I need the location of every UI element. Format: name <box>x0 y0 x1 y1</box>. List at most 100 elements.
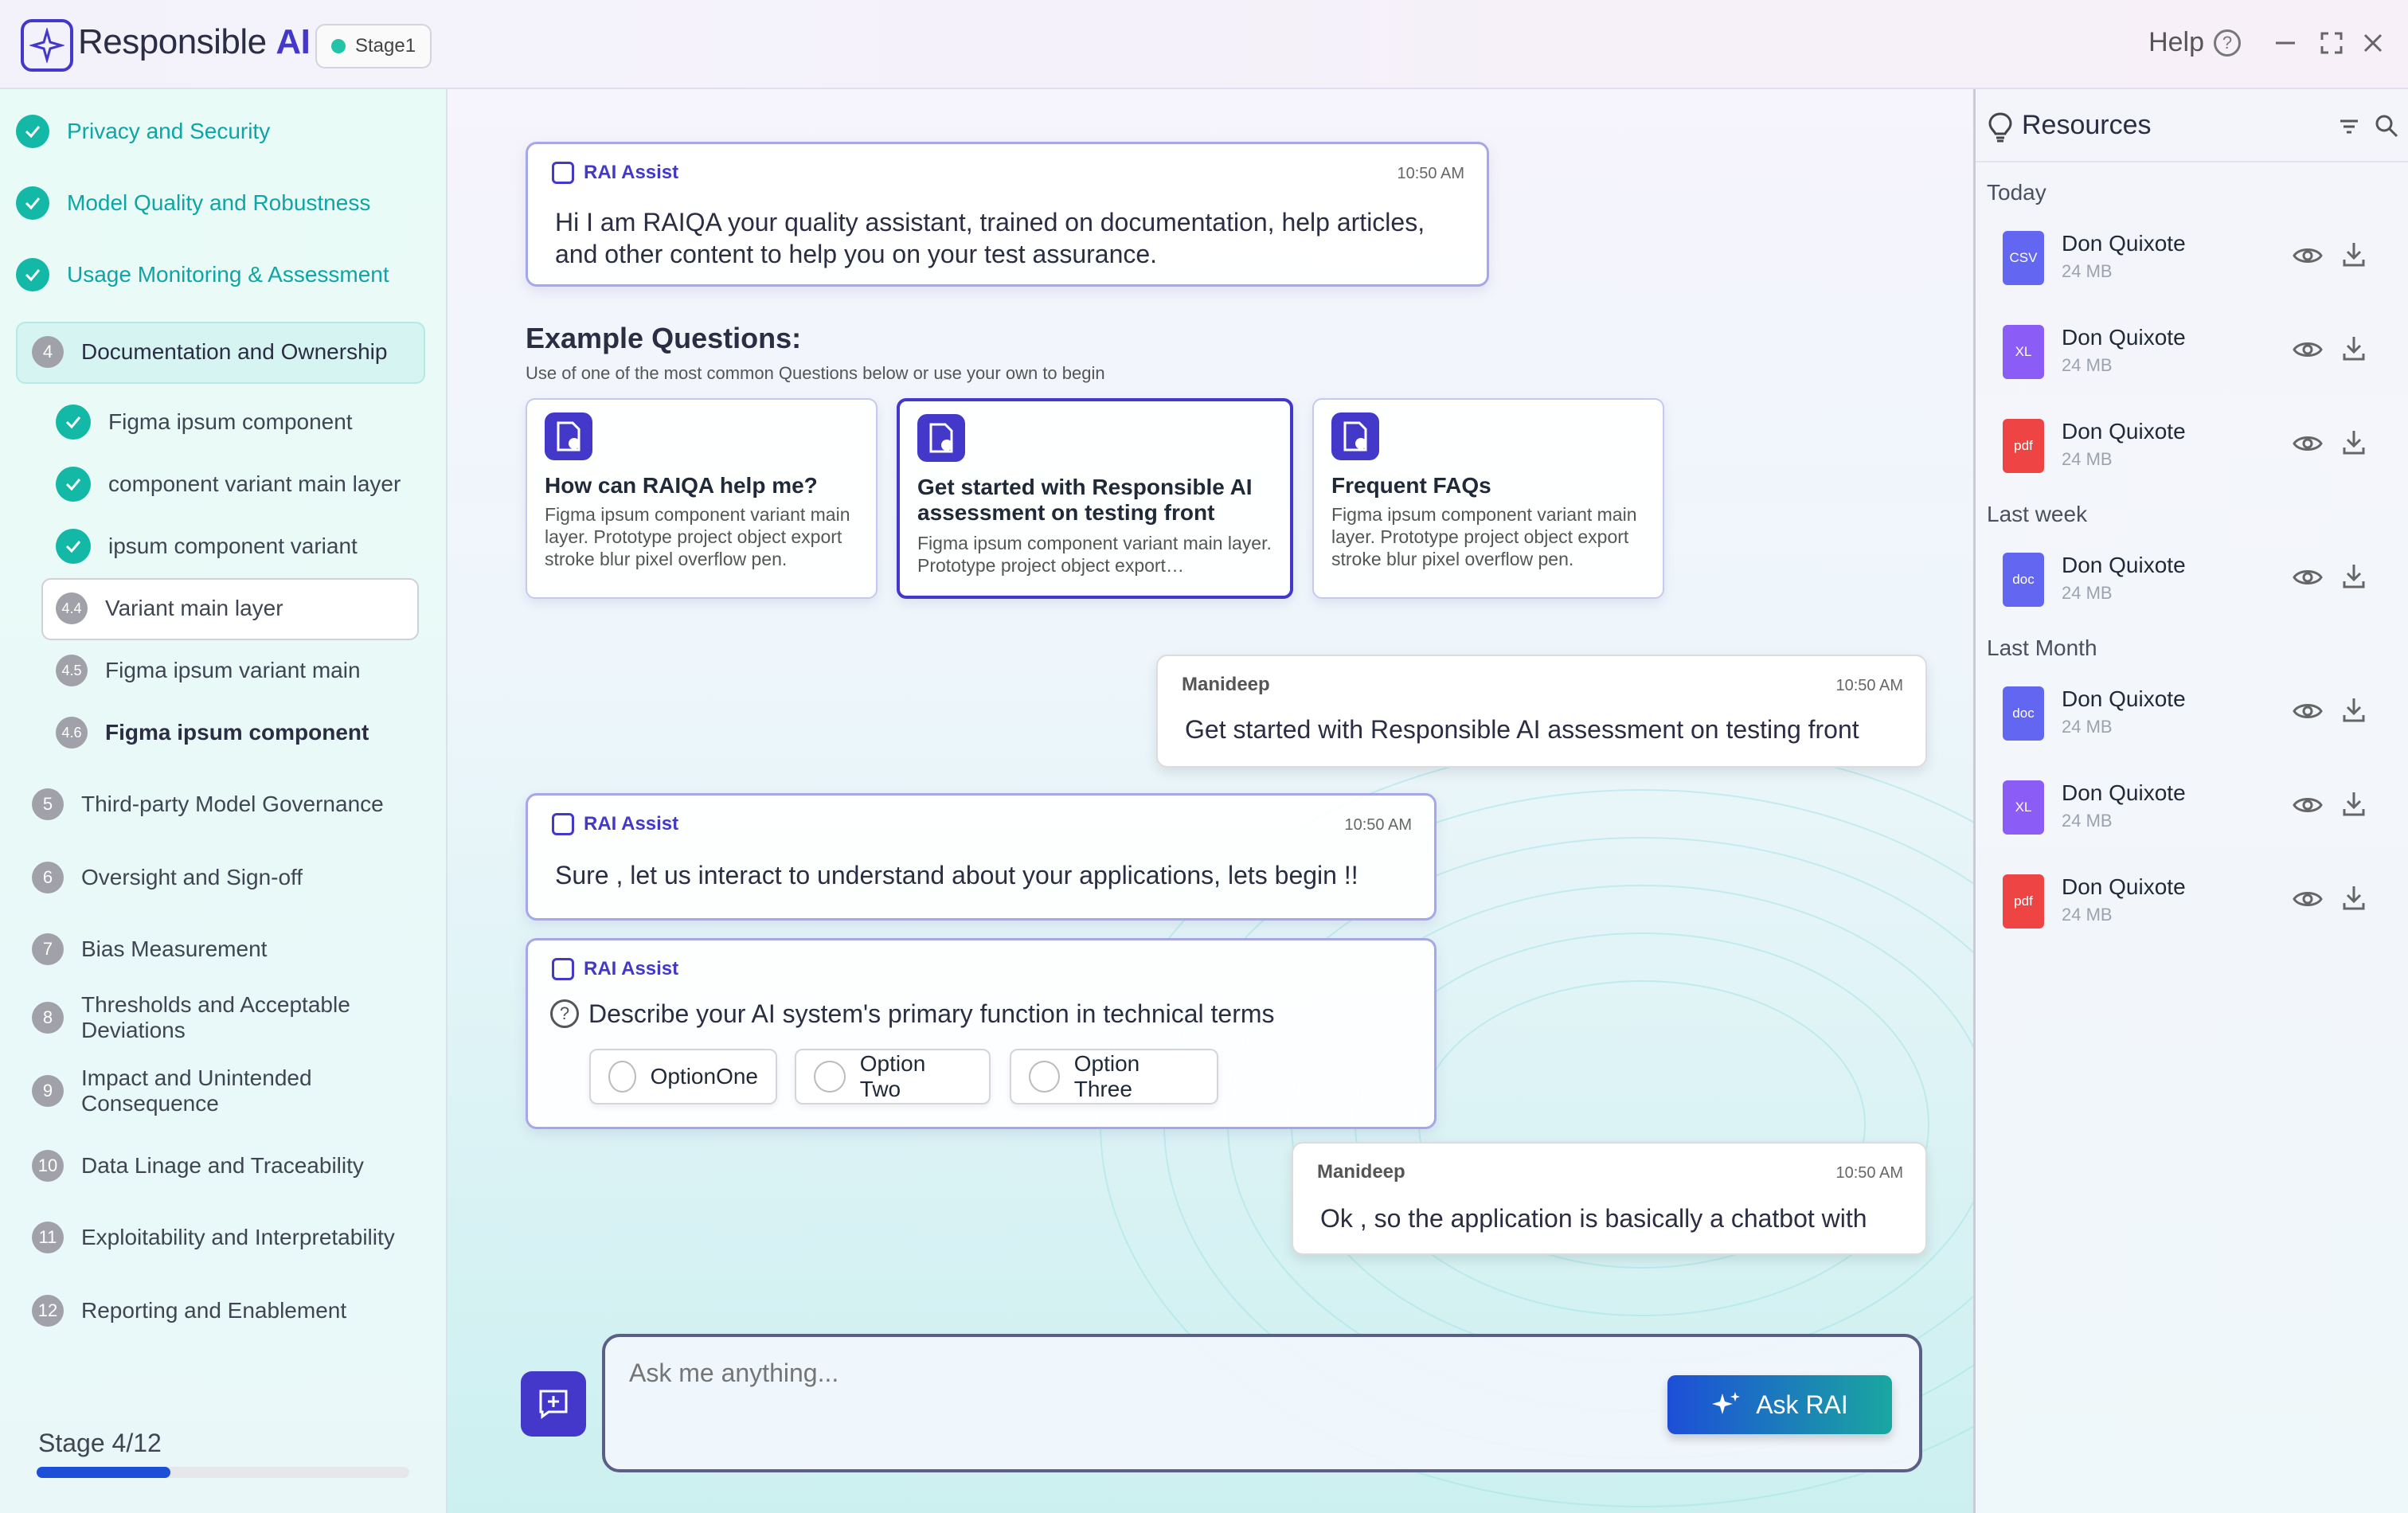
resource-file-item[interactable]: pdf Don Quixote 24 MB <box>2003 414 2401 483</box>
sidebar-item-third-party[interactable]: 5 Third-party Model Governance <box>32 788 441 820</box>
message-text: Get started with Responsible AI assessme… <box>1185 715 1859 744</box>
step-number: 4.5 <box>56 655 88 686</box>
sidebar-item-label: Reporting and Enablement <box>81 1298 347 1323</box>
subitem-label: Figma ipsum variant main <box>105 658 361 682</box>
question-description: Figma ipsum component variant main layer… <box>917 533 1272 576</box>
download-icon[interactable] <box>2342 790 2366 817</box>
file-size: 24 MB <box>2062 261 2113 281</box>
subitem-component-variant[interactable]: component variant main layer <box>56 467 401 502</box>
eye-icon[interactable] <box>2293 567 2323 588</box>
check-icon <box>16 115 49 148</box>
minimize-icon[interactable] <box>2271 29 2300 57</box>
download-icon[interactable] <box>2342 240 2366 268</box>
maximize-icon[interactable] <box>2317 29 2346 57</box>
sidebar-item-thresholds[interactable]: 8 Thresholds and Acceptable Deviations <box>32 992 382 1043</box>
stage-progress-bar <box>37 1467 409 1478</box>
eye-icon[interactable] <box>2293 339 2323 360</box>
sidebar-item-reporting[interactable]: 12 Reporting and Enablement <box>32 1295 441 1327</box>
subitem-label: Variant main layer <box>105 596 283 620</box>
subitem-figma-component[interactable]: 4.6 Figma ipsum component <box>56 717 369 749</box>
resource-file-item[interactable]: CSV Don Quixote 24 MB <box>2003 226 2401 295</box>
download-icon[interactable] <box>2342 884 2366 911</box>
radio-icon <box>814 1061 846 1093</box>
example-question-card[interactable]: How can RAIQA help me? Figma ipsum compo… <box>526 398 878 599</box>
subitem-ipsum-component[interactable]: ipsum component variant <box>56 529 358 564</box>
eye-icon[interactable] <box>2293 889 2323 909</box>
resource-file-item[interactable]: pdf Don Quixote 24 MB <box>2003 870 2401 938</box>
step-number: 6 <box>32 862 64 893</box>
message-plus-icon <box>539 1390 568 1419</box>
message-time: 10:50 AM <box>1835 1164 1903 1182</box>
bot-message-intro: RAI Assist 10:50 AM Hi I am RAIQA your q… <box>526 142 1489 287</box>
step-number: 9 <box>32 1075 64 1107</box>
message-sender: Manideep <box>1182 674 1270 695</box>
filter-icon[interactable] <box>2337 115 2361 139</box>
sidebar-item-data-linage[interactable]: 10 Data Linage and Traceability <box>32 1150 441 1182</box>
step-number: 4.4 <box>56 592 88 624</box>
option-one[interactable]: OptionOne <box>589 1049 777 1104</box>
resource-group-title: Last Month <box>1987 635 2097 660</box>
resource-file-item[interactable]: doc Don Quixote 24 MB <box>2003 682 2401 750</box>
sidebar-item-bias[interactable]: 7 Bias Measurement <box>32 933 441 965</box>
sidebar-item-label: Third-party Model Governance <box>81 792 384 816</box>
excel-file-icon: XL <box>2003 325 2044 379</box>
file-size: 24 MB <box>2062 583 2113 603</box>
subitem-label: Figma ipsum component <box>108 409 353 434</box>
eye-icon[interactable] <box>2293 245 2323 266</box>
sidebar-item-model-quality[interactable]: Model Quality and Robustness <box>16 186 425 220</box>
resource-file-item[interactable]: XL Don Quixote 24 MB <box>2003 776 2401 844</box>
eye-icon[interactable] <box>2293 701 2323 721</box>
subitem-figma-variant-main[interactable]: 4.5 Figma ipsum variant main <box>56 655 361 686</box>
resources-title: Resources <box>2022 110 2152 140</box>
subitem-variant-main-layer[interactable]: 4.4 Variant main layer <box>56 592 283 624</box>
sidebar-item-impact[interactable]: 9 Impact and Unintended Consequence <box>32 1065 382 1116</box>
status-dot-icon <box>331 39 346 53</box>
step-number: 10 <box>32 1150 64 1182</box>
document-help-icon <box>545 412 592 460</box>
download-icon[interactable] <box>2342 428 2366 455</box>
download-icon[interactable] <box>2342 696 2366 723</box>
download-icon[interactable] <box>2342 334 2366 362</box>
ask-rai-button[interactable]: Ask RAI <box>1667 1375 1892 1434</box>
bot-message: RAI Assist 10:50 AM Sure , let us intera… <box>526 793 1437 921</box>
help-button[interactable]: Help ? <box>2148 27 2241 58</box>
close-icon[interactable] <box>2359 29 2387 57</box>
sidebar-item-label: Usage Monitoring & Assessment <box>67 262 389 287</box>
option-two[interactable]: Option Two <box>795 1049 991 1104</box>
download-icon[interactable] <box>2342 562 2366 589</box>
new-chat-button[interactable] <box>521 1371 586 1437</box>
subitem-figma-ipsum[interactable]: Figma ipsum component <box>56 405 353 440</box>
sidebar-item-privacy[interactable]: Privacy and Security <box>16 115 425 148</box>
eye-icon[interactable] <box>2293 433 2323 454</box>
chat-area: RAI Assist 10:50 AM Hi I am RAIQA your q… <box>448 89 1973 1513</box>
option-three[interactable]: Option Three <box>1010 1049 1218 1104</box>
step-number: 8 <box>32 1002 64 1034</box>
resource-group-title: Last week <box>1987 502 2088 526</box>
resource-file-item[interactable]: XL Don Quixote 24 MB <box>2003 320 2401 389</box>
resource-file-item[interactable]: doc Don Quixote 24 MB <box>2003 548 2401 616</box>
file-name: Don Quixote <box>2062 231 2186 256</box>
eye-icon[interactable] <box>2293 795 2323 815</box>
search-icon[interactable] <box>2374 113 2399 139</box>
example-question-card[interactable]: Frequent FAQs Figma ipsum component vari… <box>1312 398 1664 599</box>
sidebar: Privacy and Security Model Quality and R… <box>0 89 448 1513</box>
rai-logo-icon <box>552 813 574 835</box>
sidebar-item-exploitability[interactable]: 11 Exploitability and Interpretability <box>32 1222 441 1253</box>
question-title: How can RAIQA help me? <box>545 473 818 498</box>
check-icon <box>16 258 49 291</box>
app-logo-icon <box>21 19 73 72</box>
sidebar-item-documentation[interactable]: 4 Documentation and Ownership <box>32 336 441 368</box>
sidebar-item-label: Data Linage and Traceability <box>81 1153 364 1178</box>
sidebar-item-oversight[interactable]: 6 Oversight and Sign-off <box>32 862 441 893</box>
check-icon <box>16 186 49 220</box>
example-questions-subtitle: Use of one of the most common Questions … <box>526 363 1105 383</box>
file-size: 24 MB <box>2062 717 2113 737</box>
sidebar-item-usage-monitoring[interactable]: Usage Monitoring & Assessment <box>16 258 425 291</box>
user-message: Manideep 10:50 AM Ok , so the applicatio… <box>1292 1142 1927 1255</box>
stage-badge[interactable]: Stage1 <box>315 24 432 68</box>
resources-header: Resources <box>1976 89 2408 162</box>
example-question-card-selected[interactable]: Get started with Responsible AI assessme… <box>897 398 1293 599</box>
resource-group-title: Today <box>1987 180 2046 205</box>
ask-input[interactable] <box>629 1353 1664 1393</box>
file-name: Don Quixote <box>2062 419 2186 444</box>
